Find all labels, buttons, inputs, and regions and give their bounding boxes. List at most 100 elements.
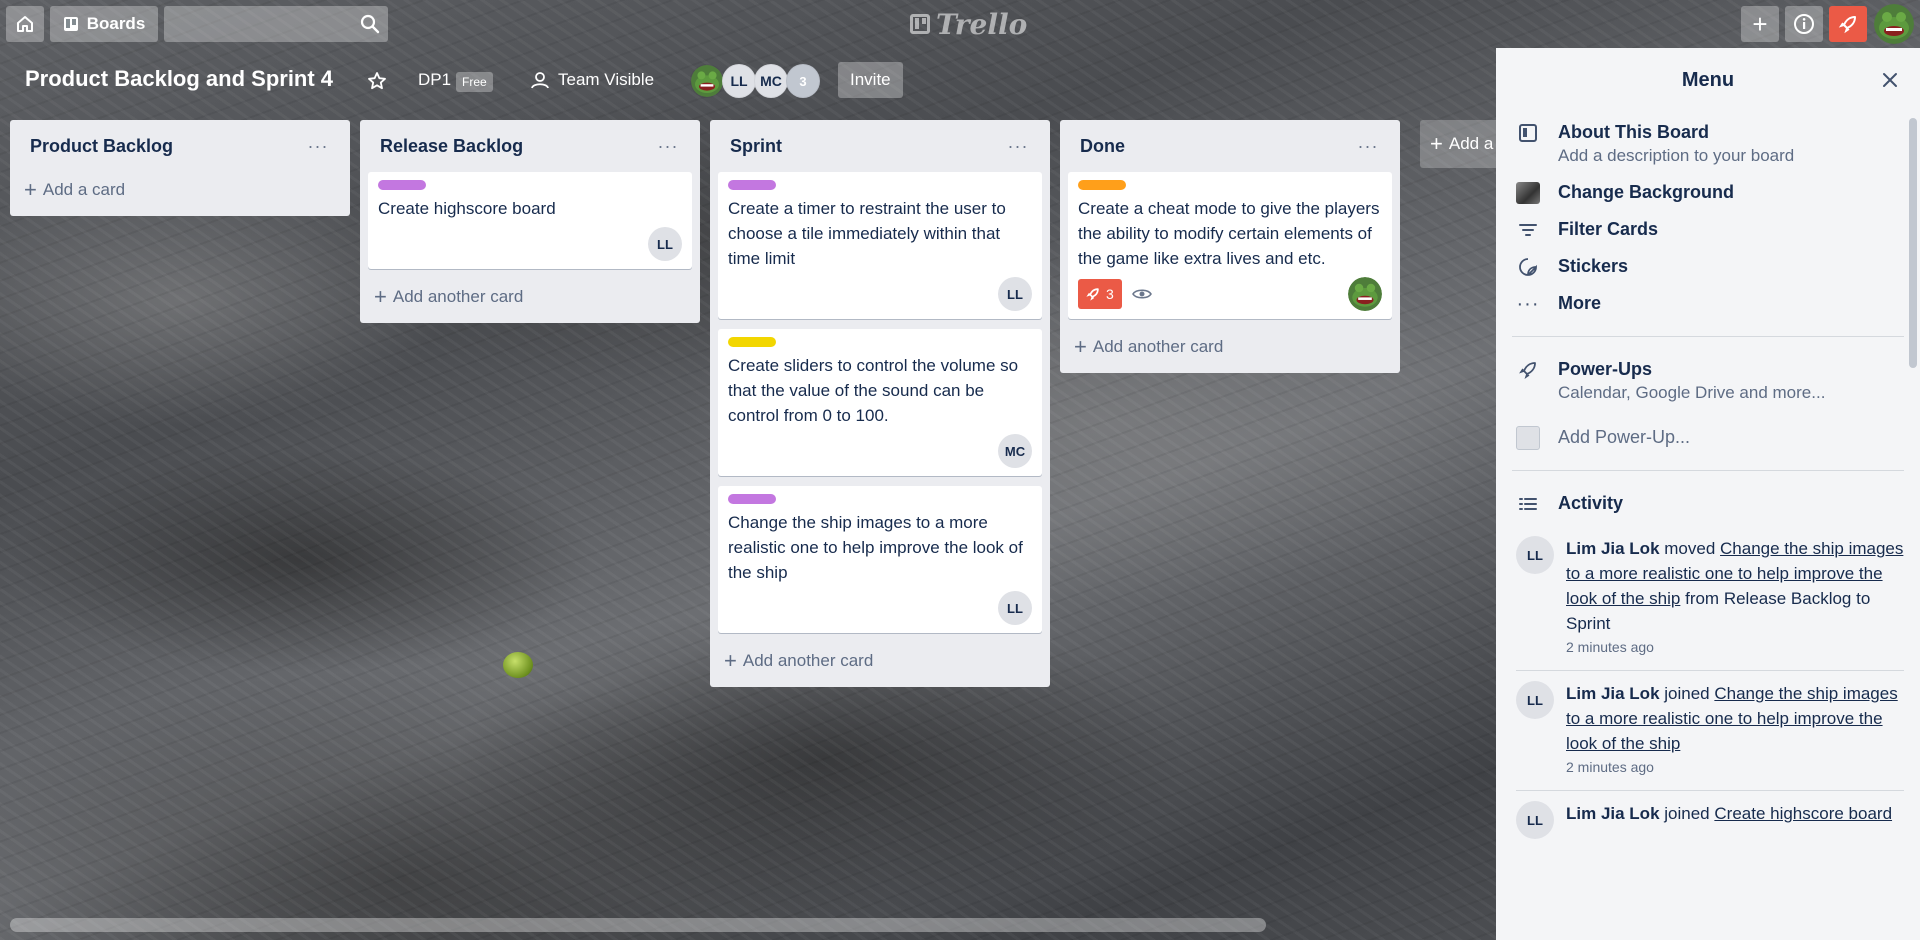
- activity-title: Activity: [1558, 493, 1624, 513]
- filter-icon: [1516, 218, 1540, 242]
- board-menu-panel: Menu About This Board Add a description …: [1496, 48, 1920, 940]
- team-name[interactable]: DP1: [418, 70, 451, 90]
- activity-avatar[interactable]: LL: [1516, 681, 1554, 719]
- menu-stickers[interactable]: Stickers: [1516, 248, 1904, 285]
- add-card-button[interactable]: + Add another card: [718, 643, 1042, 679]
- card[interactable]: Create a timer to restraint the user to …: [718, 172, 1042, 319]
- close-icon[interactable]: [1878, 68, 1902, 92]
- vote-badge[interactable]: 3: [1078, 279, 1122, 309]
- card[interactable]: Create sliders to control the volume so …: [718, 329, 1042, 476]
- search-input[interactable]: [164, 6, 354, 42]
- add-card-button[interactable]: + Add a card: [18, 172, 342, 208]
- info-icon: [1794, 14, 1814, 34]
- member-overflow-count[interactable]: 3: [786, 64, 820, 98]
- list-menu-icon[interactable]: ···: [306, 134, 330, 158]
- trello-logo[interactable]: Trello: [910, 6, 1027, 42]
- menu-powerups[interactable]: Power-Ups Calendar, Google Drive and mor…: [1516, 351, 1904, 411]
- home-button[interactable]: [6, 6, 44, 42]
- notifications-button[interactable]: [1829, 6, 1867, 42]
- card-member[interactable]: LL: [648, 227, 682, 261]
- list-product-backlog: Product Backlog ··· + Add a card: [10, 120, 350, 216]
- card-member[interactable]: LL: [998, 591, 1032, 625]
- card-member[interactable]: LL: [998, 277, 1032, 311]
- list-title[interactable]: Product Backlog: [30, 136, 173, 157]
- activity-text: Lim Jia Lok moved Change the ship images…: [1566, 536, 1904, 636]
- add-powerup-label: Add Power-Up...: [1558, 427, 1691, 447]
- search-icon[interactable]: [360, 14, 380, 34]
- background-thumbnail: [1516, 181, 1540, 205]
- member-initials-ll[interactable]: LL: [722, 64, 756, 98]
- horizontal-scrollbar[interactable]: [10, 918, 1266, 932]
- powerups-subtitle: Calendar, Google Drive and more...: [1558, 383, 1826, 402]
- menu-about-board[interactable]: About This Board Add a description to yo…: [1516, 114, 1904, 174]
- plus-icon: +: [374, 284, 387, 309]
- plus-icon: +: [1430, 131, 1443, 156]
- rocket-icon: [1086, 288, 1099, 301]
- card[interactable]: Create highscore board LL: [368, 172, 692, 269]
- board-title[interactable]: Product Backlog and Sprint 4: [25, 66, 333, 92]
- activity-user[interactable]: Lim Jia Lok: [1566, 804, 1660, 823]
- list-done: Done ··· Create a cheat mode to give the…: [1060, 120, 1400, 373]
- add-card-button[interactable]: + Add another card: [368, 279, 692, 315]
- add-list-button[interactable]: + Add a: [1420, 120, 1496, 168]
- menu-title: Menu: [1681, 69, 1735, 91]
- list-title[interactable]: Sprint: [730, 136, 782, 157]
- card-member[interactable]: MC: [998, 434, 1032, 468]
- activity-header[interactable]: Activity: [1516, 485, 1904, 522]
- activity-action: joined: [1664, 684, 1710, 703]
- activity-user[interactable]: Lim Jia Lok: [1566, 684, 1660, 703]
- list-title[interactable]: Done: [1080, 136, 1125, 157]
- boards-label: Boards: [86, 14, 146, 33]
- menu-scrollbar[interactable]: [1909, 118, 1917, 368]
- board-icon: [1516, 121, 1540, 145]
- plan-badge: Free: [456, 72, 493, 92]
- activity-user[interactable]: Lim Jia Lok: [1566, 539, 1660, 558]
- home-icon: [17, 16, 33, 32]
- rocket-icon: [1516, 358, 1540, 382]
- user-avatar[interactable]: [1874, 4, 1914, 44]
- list-title[interactable]: Release Backlog: [380, 136, 523, 157]
- menu-filter-cards[interactable]: Filter Cards: [1516, 211, 1904, 248]
- activity-time[interactable]: 2 minutes ago: [1566, 636, 1904, 658]
- rocket-icon: [1838, 16, 1856, 34]
- member-avatar[interactable]: [690, 64, 724, 98]
- list-menu-icon[interactable]: ···: [1356, 134, 1380, 158]
- activity-action: moved: [1664, 539, 1716, 558]
- eye-icon: [1131, 287, 1152, 301]
- about-board-title: About This Board: [1558, 122, 1709, 142]
- member-initials-mc[interactable]: MC: [754, 64, 788, 98]
- card-title: Create sliders to control the volume so …: [728, 356, 1019, 425]
- powerups-title: Power-Ups: [1558, 359, 1653, 379]
- add-card-button[interactable]: + Add another card: [1068, 329, 1392, 365]
- menu-options: About This Board Add a description to yo…: [1496, 114, 1920, 322]
- plus-icon: +: [1752, 8, 1768, 39]
- card-label: [378, 180, 426, 190]
- invite-button[interactable]: Invite: [838, 62, 903, 98]
- visibility-button[interactable]: Team Visible: [530, 70, 654, 90]
- star-button[interactable]: [362, 66, 392, 96]
- activity-avatar[interactable]: LL: [1516, 536, 1554, 574]
- about-board-subtitle: Add a description to your board: [1558, 146, 1795, 165]
- boards-button[interactable]: Boards: [50, 6, 158, 42]
- activity-card-link[interactable]: Create highscore board: [1714, 804, 1892, 823]
- activity-action: joined: [1664, 804, 1710, 823]
- list-menu-icon[interactable]: ···: [656, 134, 680, 158]
- menu-change-background[interactable]: Change Background: [1516, 174, 1904, 211]
- card[interactable]: Change the ship images to a more realist…: [718, 486, 1042, 633]
- change-background-label: Change Background: [1558, 182, 1735, 202]
- trello-logo-text: Trello: [936, 7, 1028, 41]
- card-footer: LL: [378, 227, 682, 261]
- menu-more[interactable]: ··· More: [1516, 285, 1904, 322]
- info-button[interactable]: [1785, 6, 1823, 42]
- card[interactable]: Create a cheat mode to give the players …: [1068, 172, 1392, 319]
- activity-avatar[interactable]: LL: [1516, 801, 1554, 839]
- activity-time[interactable]: 2 minutes ago: [1566, 756, 1904, 778]
- card-member-avatar[interactable]: [1348, 277, 1382, 311]
- list-menu-icon[interactable]: ···: [1006, 134, 1030, 158]
- create-button[interactable]: +: [1741, 6, 1779, 42]
- menu-add-powerup[interactable]: Add Power-Up...: [1516, 419, 1904, 456]
- search-box[interactable]: [164, 6, 388, 42]
- activity-text: Lim Jia Lok joined Create highscore boar…: [1566, 801, 1892, 826]
- more-icon: ···: [1516, 292, 1540, 315]
- activity-entry: LL Lim Jia Lok joined Change the ship im…: [1516, 671, 1904, 791]
